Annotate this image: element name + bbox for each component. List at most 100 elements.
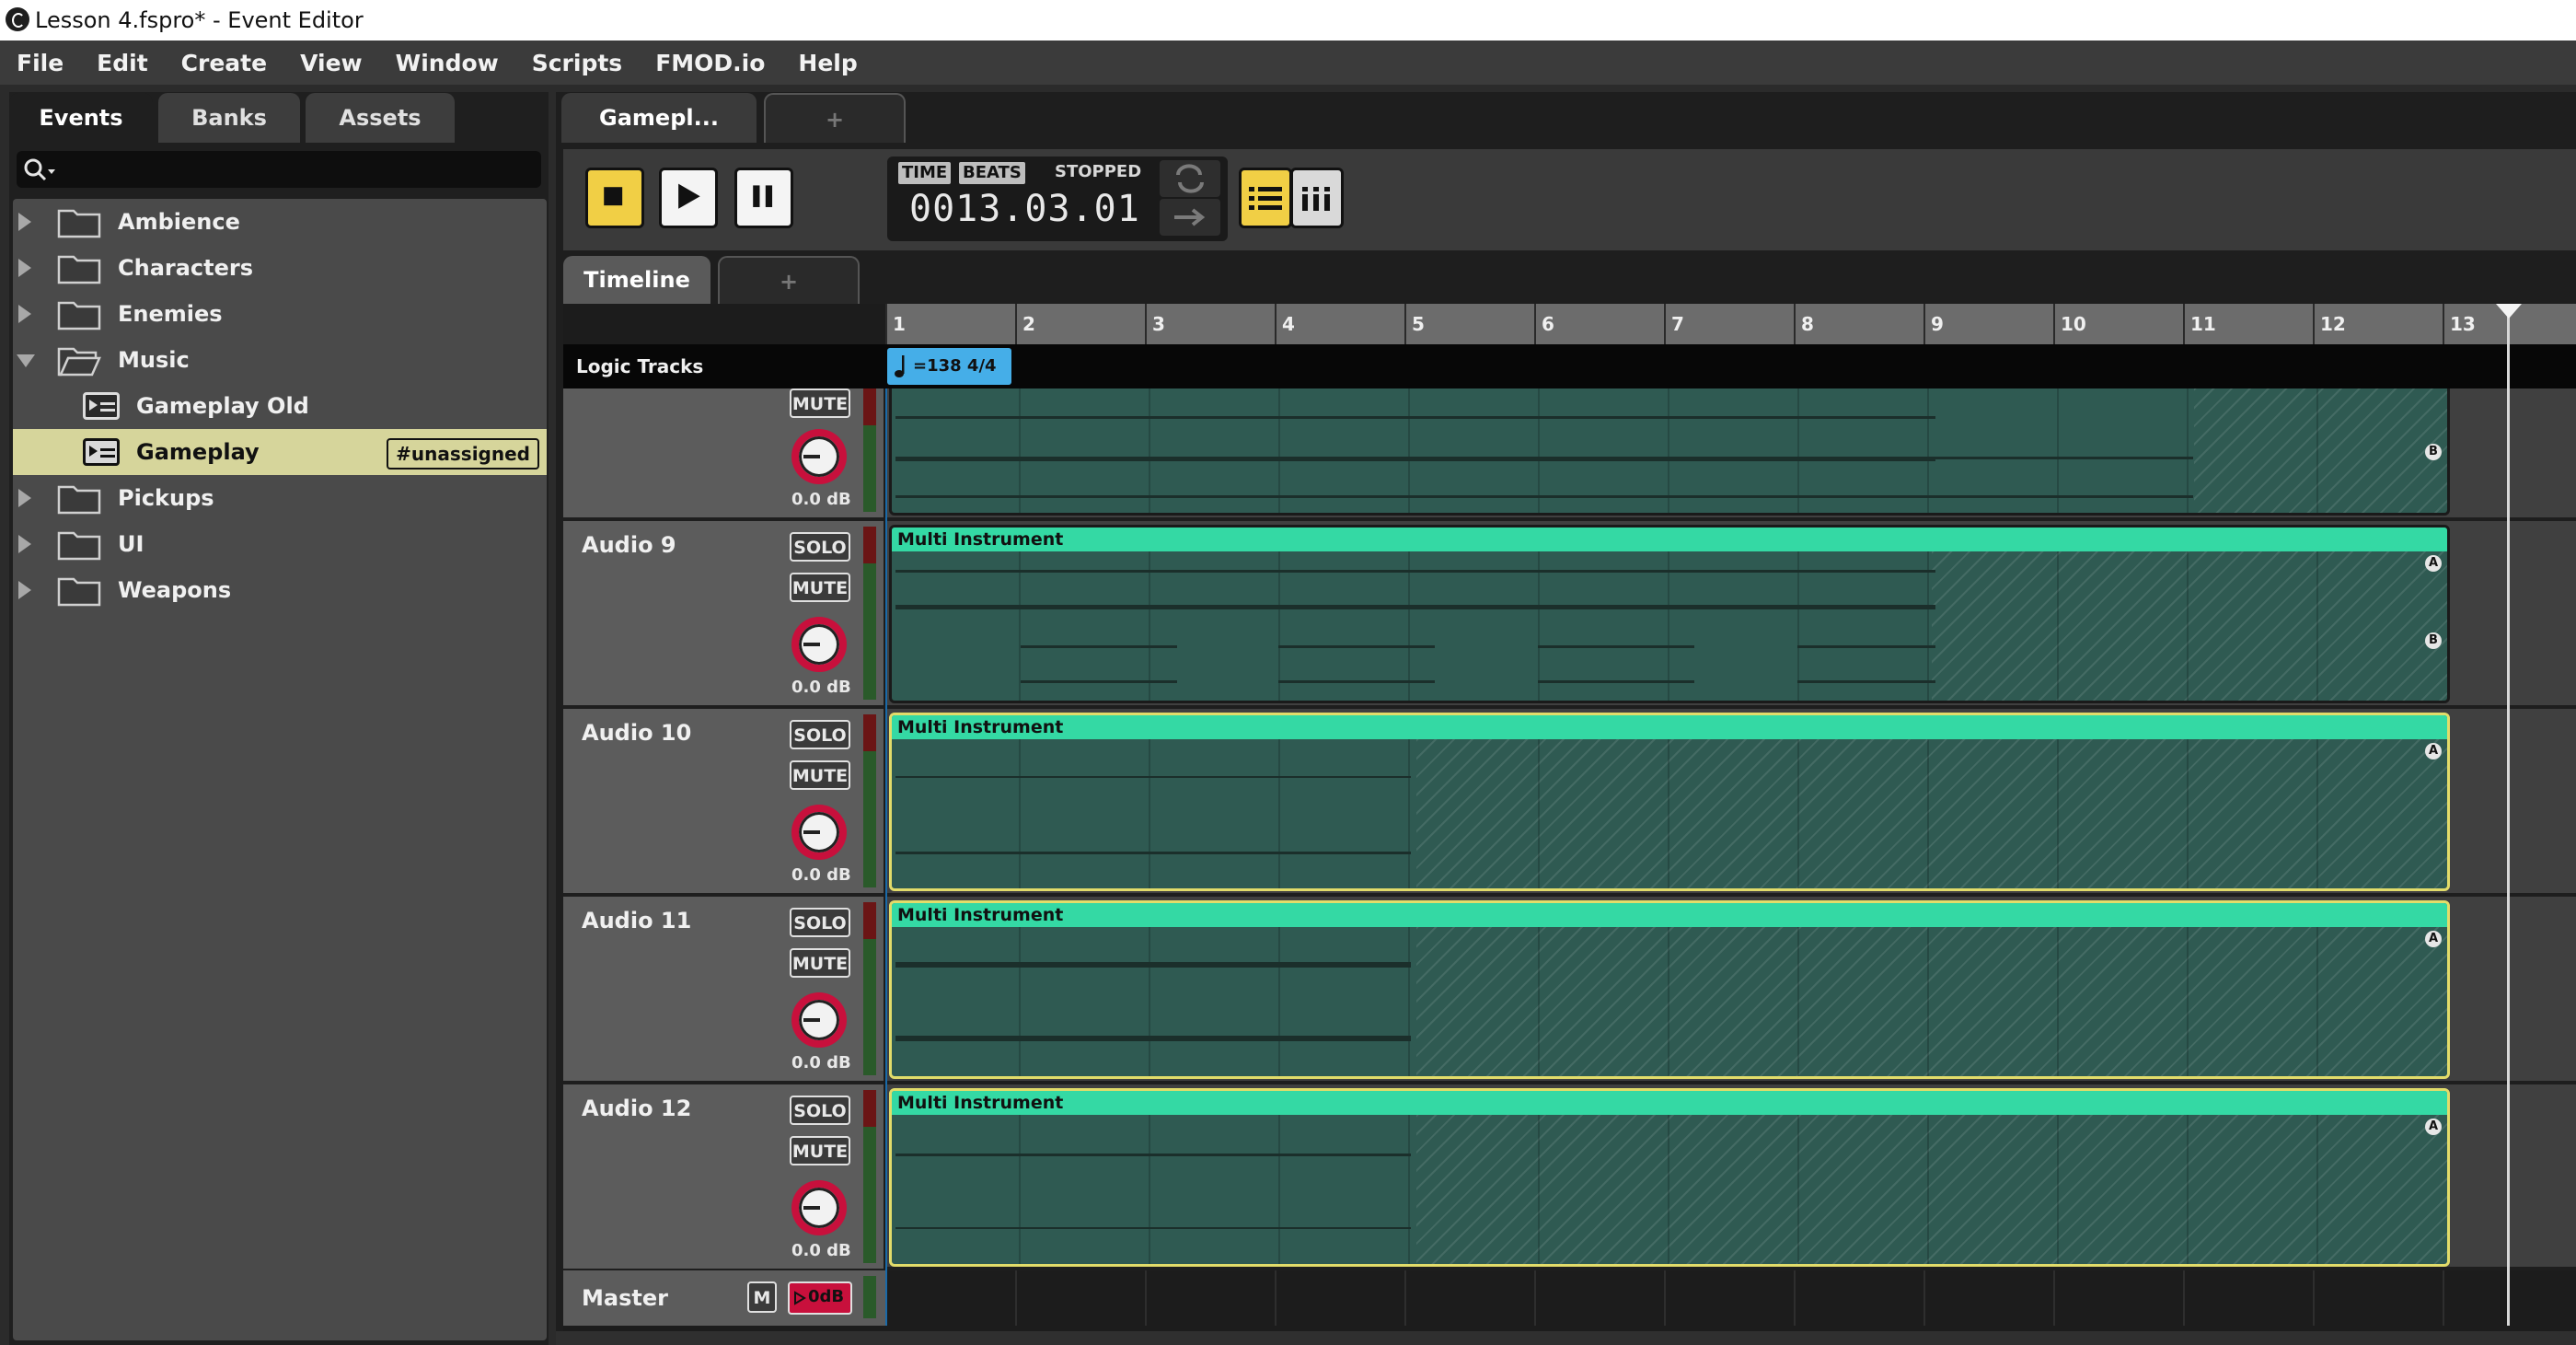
mute-button[interactable]: MUTE [790,948,850,978]
solo-button[interactable]: SOLO [790,720,850,749]
play-button[interactable] [659,168,718,228]
beats-mode-button[interactable]: BEATS [959,162,1025,184]
volume-knob[interactable] [791,1180,847,1235]
playhead-handle[interactable] [2496,304,2522,319]
volume-knob[interactable] [791,429,847,484]
bank-assignment-badge[interactable]: #unassigned [387,438,539,470]
expand-arrow-icon[interactable] [18,305,31,323]
menu-fmodio[interactable]: FMOD.io [639,50,781,76]
solo-button[interactable]: SOLO [790,908,850,937]
tab-assets[interactable]: Assets [306,93,455,143]
follow-playhead-button[interactable] [1160,199,1220,236]
add-event-tab-button[interactable]: + [764,93,906,143]
mute-button[interactable]: MUTE [790,388,850,418]
loop-start-line [885,388,887,1326]
tree-item-enemies[interactable]: Enemies [13,291,547,337]
menu-window[interactable]: Window [379,50,515,76]
multi-instrument-region[interactable]: Multi Instrument A B [889,525,2450,703]
folder-icon [57,577,101,607]
collapse-arrow-icon[interactable] [17,354,35,367]
playlist-marker-a: A [2425,931,2442,947]
solo-button[interactable]: SOLO [790,532,850,562]
tree-item-ui[interactable]: UI [13,521,547,567]
solo-button[interactable]: SOLO [790,1096,850,1125]
expand-arrow-icon[interactable] [18,259,31,277]
logic-tracks-row: Logic Tracks [563,344,2576,388]
menu-file[interactable]: File [0,50,80,76]
menu-bar: File Edit Create View Window Scripts FMO… [0,41,2576,85]
folder-icon [57,531,101,561]
search-input[interactable] [17,151,541,188]
expand-arrow-icon[interactable] [18,581,31,599]
multi-instrument-region[interactable]: Multi Instrument A [889,713,2450,891]
menu-help[interactable]: Help [781,50,873,76]
audio-track-9-header[interactable]: Audio 9 SOLO MUTE 0.0 dB [563,521,884,709]
tree-item-pickups[interactable]: Pickups [13,475,547,521]
folder-icon [57,301,101,330]
folder-icon [57,255,101,284]
multi-instrument-region[interactable]: Multi Instrument A [889,1088,2450,1267]
audio-track-10-header[interactable]: Audio 10 SOLO MUTE 0.0 dB [563,709,884,897]
volume-knob[interactable] [791,617,847,672]
tree-item-label: Ambience [118,209,240,235]
volume-db: 0.0 dB [791,865,851,885]
mute-button[interactable]: MUTE [790,1136,850,1165]
playlist-marker-a: A [2425,555,2442,572]
master-mute-button[interactable]: M [747,1281,777,1313]
timeline-ruler[interactable]: 1 2 3 4 5 6 7 8 9 10 11 12 13 [885,304,2576,344]
expand-arrow-icon[interactable] [18,213,31,231]
ruler-bar-number: 13 [2450,313,2476,335]
menu-create[interactable]: Create [165,50,283,76]
master-volume-button[interactable]: 0dB [788,1281,852,1315]
menu-edit[interactable]: Edit [80,50,165,76]
volume-knob[interactable] [791,805,847,860]
deck-view-button[interactable] [1290,168,1344,228]
playlist-marker-a: A [2425,743,2442,759]
ruler-bar-number: 3 [1152,313,1165,335]
audio-track-12-header[interactable]: Audio 12 SOLO MUTE 0.0 dB [563,1084,884,1272]
stop-button[interactable] [585,168,644,228]
tab-event-gameplay[interactable]: Gamepl... [561,93,757,143]
volume-db: 0.0 dB [791,678,851,697]
folder-icon [57,485,101,515]
level-meter [863,527,876,700]
tree-item-gameplay-old[interactable]: Gameplay Old [13,383,547,429]
expand-arrow-icon[interactable] [18,535,31,553]
track-name: Audio 10 [582,720,692,746]
tempo-marker[interactable]: =138 4/4 [887,348,1011,385]
tab-timeline[interactable]: Timeline [563,256,710,304]
tree-item-ambience[interactable]: Ambience [13,199,547,245]
loop-button[interactable] [1160,160,1220,197]
tab-banks[interactable]: Banks [158,93,300,143]
menu-view[interactable]: View [283,50,379,76]
list-view-button[interactable] [1239,168,1292,228]
tree-item-label: UI [118,531,144,557]
tree-item-weapons[interactable]: Weapons [13,567,547,613]
tab-events[interactable]: Events [9,93,153,143]
playhead-line[interactable] [2507,304,2510,1326]
track-name: Audio 12 [582,1096,692,1121]
mute-button[interactable]: MUTE [790,760,850,790]
multi-instrument-region[interactable]: Multi Instrument A [889,900,2450,1079]
time-mode-button[interactable]: TIME [898,162,952,184]
audio-track-8-header[interactable]: MUTE 0.0 dB [563,388,884,521]
instrument-region[interactable]: B [889,388,2450,516]
tree-item-characters[interactable]: Characters [13,245,547,291]
tree-item-gameplay[interactable]: Gameplay #unassigned [13,429,547,475]
menu-scripts[interactable]: Scripts [515,50,639,76]
expand-arrow-icon[interactable] [18,489,31,507]
tree-item-music[interactable]: Music [13,337,547,383]
playlist-marker-a: A [2425,1119,2442,1135]
region-title: Multi Instrument [892,528,2447,551]
ruler-bar-number: 7 [1671,313,1684,335]
track-name: Audio 11 [582,908,692,933]
audio-track-11-header[interactable]: Audio 11 SOLO MUTE 0.0 dB [563,897,884,1084]
ruler-bar-number: 9 [1931,313,1944,335]
pause-icon [753,185,773,207]
volume-knob[interactable] [791,992,847,1048]
search-icon [24,158,55,181]
mute-button[interactable]: MUTE [790,573,850,602]
region-title: Multi Instrument [892,903,2447,927]
add-parameter-tab-button[interactable]: + [718,256,860,304]
pause-button[interactable] [734,168,793,228]
